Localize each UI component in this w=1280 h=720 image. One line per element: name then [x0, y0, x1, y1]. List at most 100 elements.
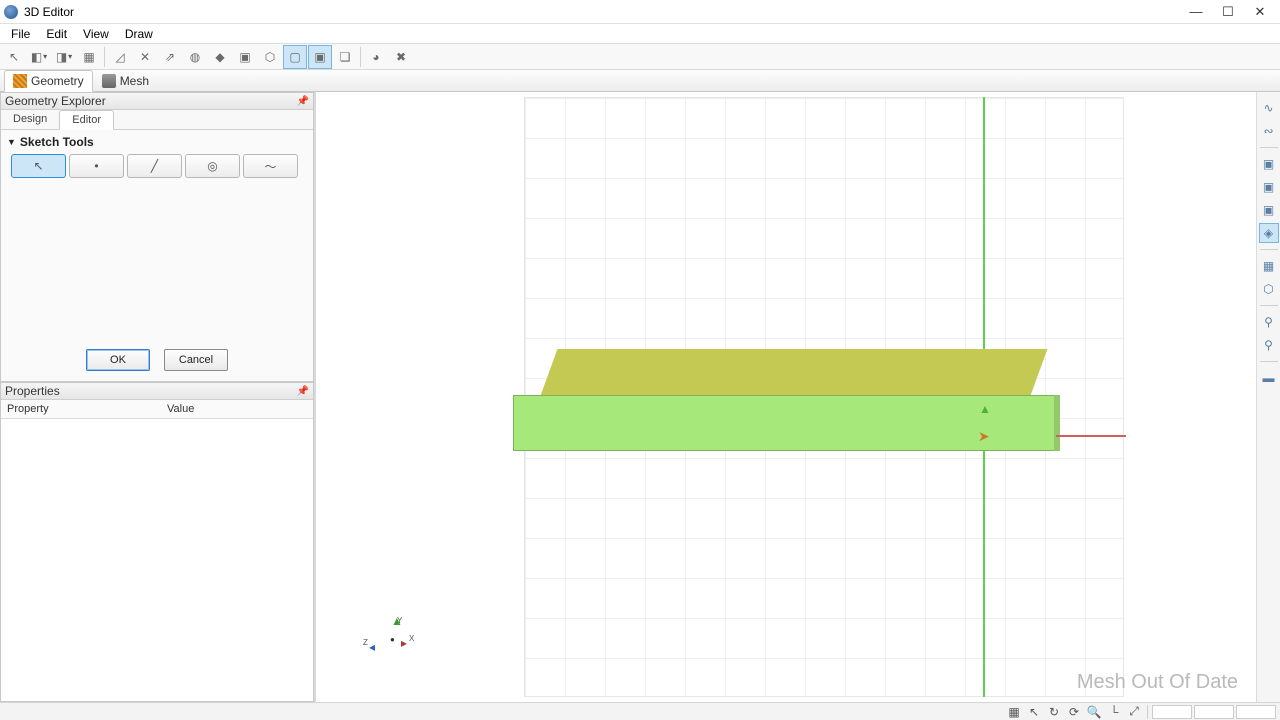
axis-x [1056, 435, 1126, 437]
left-pane: Geometry Explorer 📌 Design Editor ▼ Sket… [0, 92, 316, 702]
dock-grid[interactable]: ▦ [1259, 256, 1279, 276]
col-value: Value [161, 400, 200, 418]
box-icon: ▢ [289, 50, 300, 64]
explorer-title: Geometry Explorer [5, 94, 106, 108]
status-rotate[interactable]: ↻ [1045, 704, 1063, 720]
status-axes[interactable]: └ [1105, 704, 1123, 720]
tool-group[interactable]: ▦ [77, 45, 101, 69]
sketch-tool-pointer[interactable]: ↖ [11, 154, 66, 178]
gizmo-y-icon[interactable]: ▲ [979, 402, 991, 416]
status-cursor[interactable]: ↖ [1025, 704, 1043, 720]
copy-icon: ❏ [340, 50, 351, 64]
status-zoom[interactable]: 🔍 [1085, 704, 1103, 720]
orientation-triad: ▲ Y ▸ X ◂ Z ● [371, 618, 411, 654]
tool-box[interactable]: ▢ [283, 45, 307, 69]
minimize-button[interactable]: — [1180, 0, 1212, 24]
dock-wave[interactable]: ∿ [1259, 98, 1279, 118]
tool-material[interactable]: ◕ [364, 45, 388, 69]
dock-inspect2[interactable]: ⚲ [1259, 335, 1279, 355]
dock-cube3[interactable]: ▣ [1259, 200, 1279, 220]
sketch-tool-arc[interactable]: 〜 [243, 154, 298, 178]
tool-boxes[interactable]: ▣ [308, 45, 332, 69]
tool-select[interactable]: ↖ [2, 45, 26, 69]
right-dock: ∿ ∾ ▣ ▣ ▣ ◈ ▦ ⬡ ⚲ ⚲ ▬ [1256, 92, 1280, 702]
circle-icon: ◎ [207, 159, 217, 173]
geometry-explorer-panel: Geometry Explorer 📌 Design Editor ▼ Sket… [0, 92, 314, 382]
tab-geometry[interactable]: Geometry [4, 70, 93, 92]
tool-primitive[interactable]: ◨▾ [52, 45, 76, 69]
hex-icon: ⬡ [265, 50, 275, 64]
pin-icon[interactable]: 📌 [297, 386, 309, 397]
tool-sweep[interactable]: ◆ [208, 45, 232, 69]
tab-geometry-label: Geometry [31, 74, 84, 88]
main-toolbar: ↖◧▾◨▾▦◿✕⇗◍◆▣⬡▢▣❏◕✖ [0, 44, 1280, 70]
title-bar: 3D Editor — ☐ ✕ [0, 0, 1280, 24]
tool-revolve[interactable]: ◍ [183, 45, 207, 69]
settings-icon: ✖ [396, 50, 406, 64]
cube2-icon: ▣ [1263, 180, 1274, 194]
sketch-tool-circle[interactable]: ◎ [185, 154, 240, 178]
sketch-tool-point[interactable]: • [69, 154, 124, 178]
tool-copy[interactable]: ❏ [333, 45, 357, 69]
tab-editor[interactable]: Editor [59, 110, 114, 130]
tool-loft[interactable]: ▣ [233, 45, 257, 69]
dock-cube1[interactable]: ▣ [1259, 154, 1279, 174]
explorer-header: Geometry Explorer 📌 [1, 93, 313, 110]
shaded-icon: ▦ [1008, 705, 1019, 719]
refresh-icon: ⟳ [1069, 705, 1079, 719]
gizmo-x-icon[interactable]: ➤ [978, 428, 990, 445]
axes-icon: ✕ [140, 50, 150, 64]
inspect2-icon: ⚲ [1264, 338, 1273, 352]
cube3-icon: ▣ [1263, 203, 1274, 217]
tool-new-solid[interactable]: ◧▾ [27, 45, 51, 69]
status-field-1[interactable] [1194, 705, 1234, 719]
primitive-icon: ◨ [56, 50, 67, 64]
menu-view[interactable]: View [75, 25, 117, 43]
wave-icon: ∿ [1263, 101, 1273, 115]
ok-button[interactable]: OK [86, 349, 150, 371]
boxes-icon: ▣ [314, 50, 325, 64]
menu-edit[interactable]: Edit [38, 25, 75, 43]
tool-settings[interactable]: ✖ [389, 45, 413, 69]
sketch-icon: ◿ [115, 50, 124, 64]
solid-front-face[interactable] [513, 395, 1056, 451]
sketch-tool-line[interactable]: ╱ [127, 154, 182, 178]
properties-title: Properties [5, 384, 60, 398]
status-refresh[interactable]: ⟳ [1065, 704, 1083, 720]
maximize-button[interactable]: ☐ [1212, 0, 1244, 24]
status-fit[interactable]: ⤢ [1125, 704, 1143, 720]
tool-sketch[interactable]: ◿ [108, 45, 132, 69]
tool-axes[interactable]: ✕ [133, 45, 157, 69]
dock-cube4[interactable]: ◈ [1259, 223, 1279, 243]
solid-side-face[interactable] [1054, 395, 1060, 451]
pin-icon[interactable]: 📌 [297, 96, 309, 107]
triad-y-label: Y [397, 616, 402, 625]
status-bar: ▦ ↖↻ ⟳ 🔍 └ ⤢ [0, 702, 1280, 720]
tool-hex[interactable]: ⬡ [258, 45, 282, 69]
dock-cube2[interactable]: ▣ [1259, 177, 1279, 197]
menu-file[interactable]: File [3, 25, 38, 43]
axes-icon: └ [1110, 705, 1119, 719]
mesh-status-watermark: Mesh Out Of Date [1077, 671, 1238, 694]
zoom-icon: 🔍 [1087, 705, 1102, 719]
dock-hex2[interactable]: ⬡ [1259, 279, 1279, 299]
dock-inspect[interactable]: ⚲ [1259, 312, 1279, 332]
status-field-0[interactable] [1152, 705, 1192, 719]
section-label: Sketch Tools [20, 135, 94, 149]
solid-top-face[interactable] [540, 349, 1047, 397]
tab-design[interactable]: Design [1, 110, 59, 129]
cancel-button[interactable]: Cancel [164, 349, 228, 371]
arc-icon: 〜 [264, 158, 276, 175]
viewport-3d[interactable]: ▲ ➤ ▲ Y ▸ X ◂ Z ● Mesh Out Of Date [316, 92, 1256, 702]
tab-mesh-label: Mesh [120, 74, 149, 88]
status-field-2[interactable] [1236, 705, 1276, 719]
dock-palette[interactable]: ▬ [1259, 368, 1279, 388]
menu-draw[interactable]: Draw [117, 25, 161, 43]
tool-extrude[interactable]: ⇗ [158, 45, 182, 69]
close-button[interactable]: ✕ [1244, 0, 1276, 24]
material-icon: ◕ [372, 50, 379, 64]
dock-sine[interactable]: ∾ [1259, 121, 1279, 141]
sketch-tools-header[interactable]: ▼ Sketch Tools [1, 130, 313, 154]
status-shaded[interactable]: ▦ [1005, 704, 1023, 720]
tab-mesh[interactable]: Mesh [93, 70, 158, 91]
